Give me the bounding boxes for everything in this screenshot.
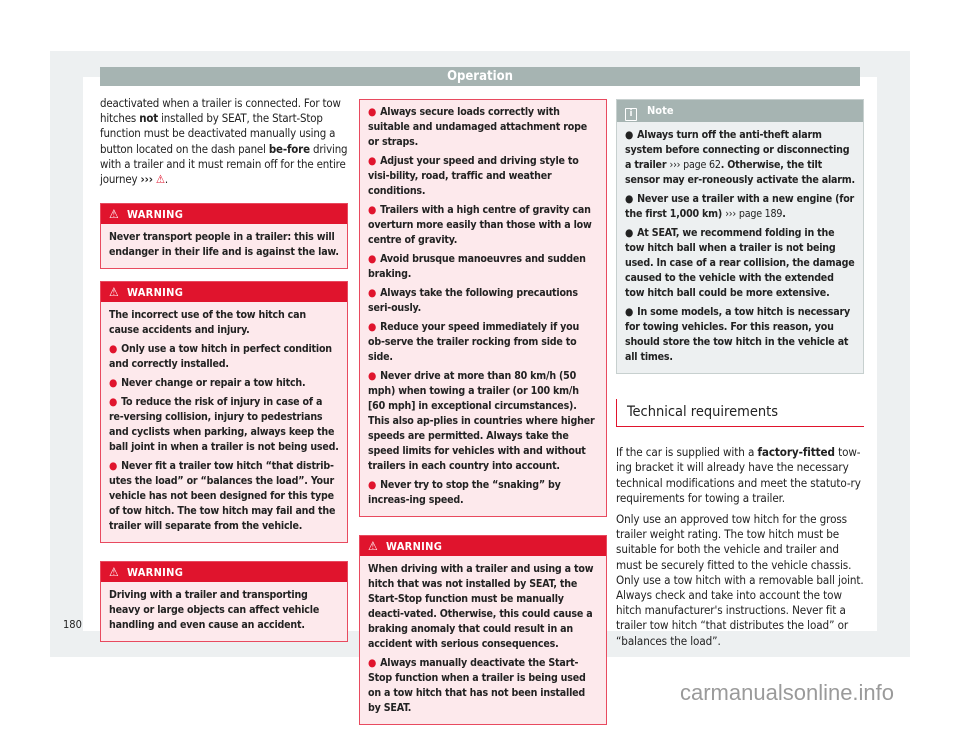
- bullet-icon: ●: [625, 227, 634, 239]
- warning-header: ⚠ WARNING: [360, 536, 606, 556]
- list-item: ● Never fit a trailer tow hitch “that dis…: [109, 460, 336, 533]
- warning-icon: ⚠: [109, 207, 119, 222]
- bullet-icon: ●: [625, 193, 634, 205]
- warning-icon: ⚠: [109, 285, 119, 300]
- column-3: i Note ● Always turn off the anti-theft al…: [616, 99, 864, 655]
- warning-header: ⚠ WARNING: [101, 204, 347, 225]
- body-paragraph: If the car is supplied with a factory-fi…: [616, 445, 861, 505]
- warning-box-continued: ● Always secure loads correctly with suit…: [359, 99, 607, 517]
- list-item: ● In some models, a tow hitch is necessar…: [625, 306, 850, 363]
- bullet-icon: ●: [625, 129, 634, 141]
- column-1: deactivated when a trailer is connected.…: [100, 96, 348, 654]
- page-number: 180: [63, 618, 82, 631]
- bullet-icon: ●: [368, 155, 377, 167]
- note-header: i Note: [617, 100, 863, 122]
- warning-text: The incorrect use of the tow hitch can c…: [109, 309, 306, 337]
- bullet-icon: ●: [368, 204, 377, 216]
- list-item: ● Adjust your speed and driving style to …: [368, 155, 579, 197]
- reference-arrow[interactable]: ›››: [141, 172, 153, 186]
- bullet-icon: ●: [368, 321, 377, 333]
- note-box: i Note ● Always turn off the anti-theft al…: [616, 99, 864, 374]
- list-item: ● Only use a tow hitch in perfect conditi…: [109, 343, 332, 371]
- list-item: ● Never drive at more than 80 km/h (50 mp…: [368, 370, 595, 472]
- list-item: ● At SEAT, we recommend folding in the to…: [625, 227, 855, 299]
- bullet-icon: ●: [368, 253, 377, 265]
- watermark: carmanualsonline.info: [680, 680, 895, 705]
- warning-box-tow-hitch-use: ⚠ WARNING The incorrect use of the tow hi…: [100, 281, 348, 544]
- bullet-icon: ●: [368, 370, 377, 382]
- list-item: ● Never change or repair a tow hitch.: [109, 377, 306, 390]
- warning-icon: ⚠: [368, 539, 378, 553]
- warning-text: When driving with a trailer and using a …: [368, 563, 594, 650]
- bullet-icon: ●: [109, 377, 118, 390]
- list-item: ● Never use a trailer with a new engine (…: [625, 193, 855, 220]
- bullet-icon: ●: [368, 657, 377, 669]
- list-item: ● Never try to stop the “snaking” by incr…: [368, 479, 561, 506]
- list-item: ● To reduce the risk of injury in case of…: [109, 396, 339, 454]
- warning-box-start-stop: ⚠ WARNING When driving with a trailer and…: [359, 535, 607, 725]
- page-header: Operation: [100, 67, 860, 86]
- body-paragraph: Only use an approved tow hitch for the g…: [616, 512, 864, 648]
- section-title: Technical requirements: [616, 399, 864, 428]
- warning-icon: ⚠: [109, 565, 119, 580]
- bullet-icon: ●: [109, 460, 118, 473]
- page-link[interactable]: ››› page 62: [669, 159, 720, 171]
- warning-reference-icon[interactable]: ⚠: [156, 172, 165, 186]
- warning-box-heavy-objects: ⚠ WARNING Driving with a trailer and tran…: [100, 561, 348, 643]
- page-link[interactable]: ››› page 189: [725, 208, 782, 220]
- list-item: ● Always secure loads correctly with suit…: [368, 106, 587, 148]
- list-item: ● Trailers with a high centre of gravity …: [368, 204, 592, 246]
- list-item: ● Always turn off the anti-theft alarm sy…: [625, 129, 855, 186]
- list-item: ● Reduce your speed immediately if you ob…: [368, 321, 580, 363]
- bullet-icon: ●: [368, 106, 377, 118]
- column-2: ● Always secure loads correctly with suit…: [359, 99, 607, 737]
- bullet-icon: ●: [625, 306, 634, 318]
- bullet-icon: ●: [368, 287, 377, 299]
- list-item: ● Avoid brusque manoeuvres and sudden bra…: [368, 253, 586, 280]
- warning-text: Never transport people in a trailer: thi…: [109, 231, 339, 259]
- warning-header: ⚠ WARNING: [101, 562, 347, 583]
- bullet-icon: ●: [109, 396, 118, 409]
- warning-box-transport-people: ⚠ WARNING Never transport people in a tra…: [100, 203, 348, 270]
- intro-paragraph: deactivated when a trailer is connected.…: [100, 96, 348, 187]
- info-icon: i: [625, 108, 637, 121]
- list-item: ● Always manually deactivate the Start-St…: [368, 657, 586, 714]
- bullet-icon: ●: [109, 343, 118, 356]
- list-item: ● Always take the following precautions s…: [368, 287, 578, 314]
- bullet-icon: ●: [368, 479, 377, 491]
- warning-header: ⚠ WARNING: [101, 282, 347, 303]
- warning-text: Driving with a trailer and transporting …: [109, 589, 320, 632]
